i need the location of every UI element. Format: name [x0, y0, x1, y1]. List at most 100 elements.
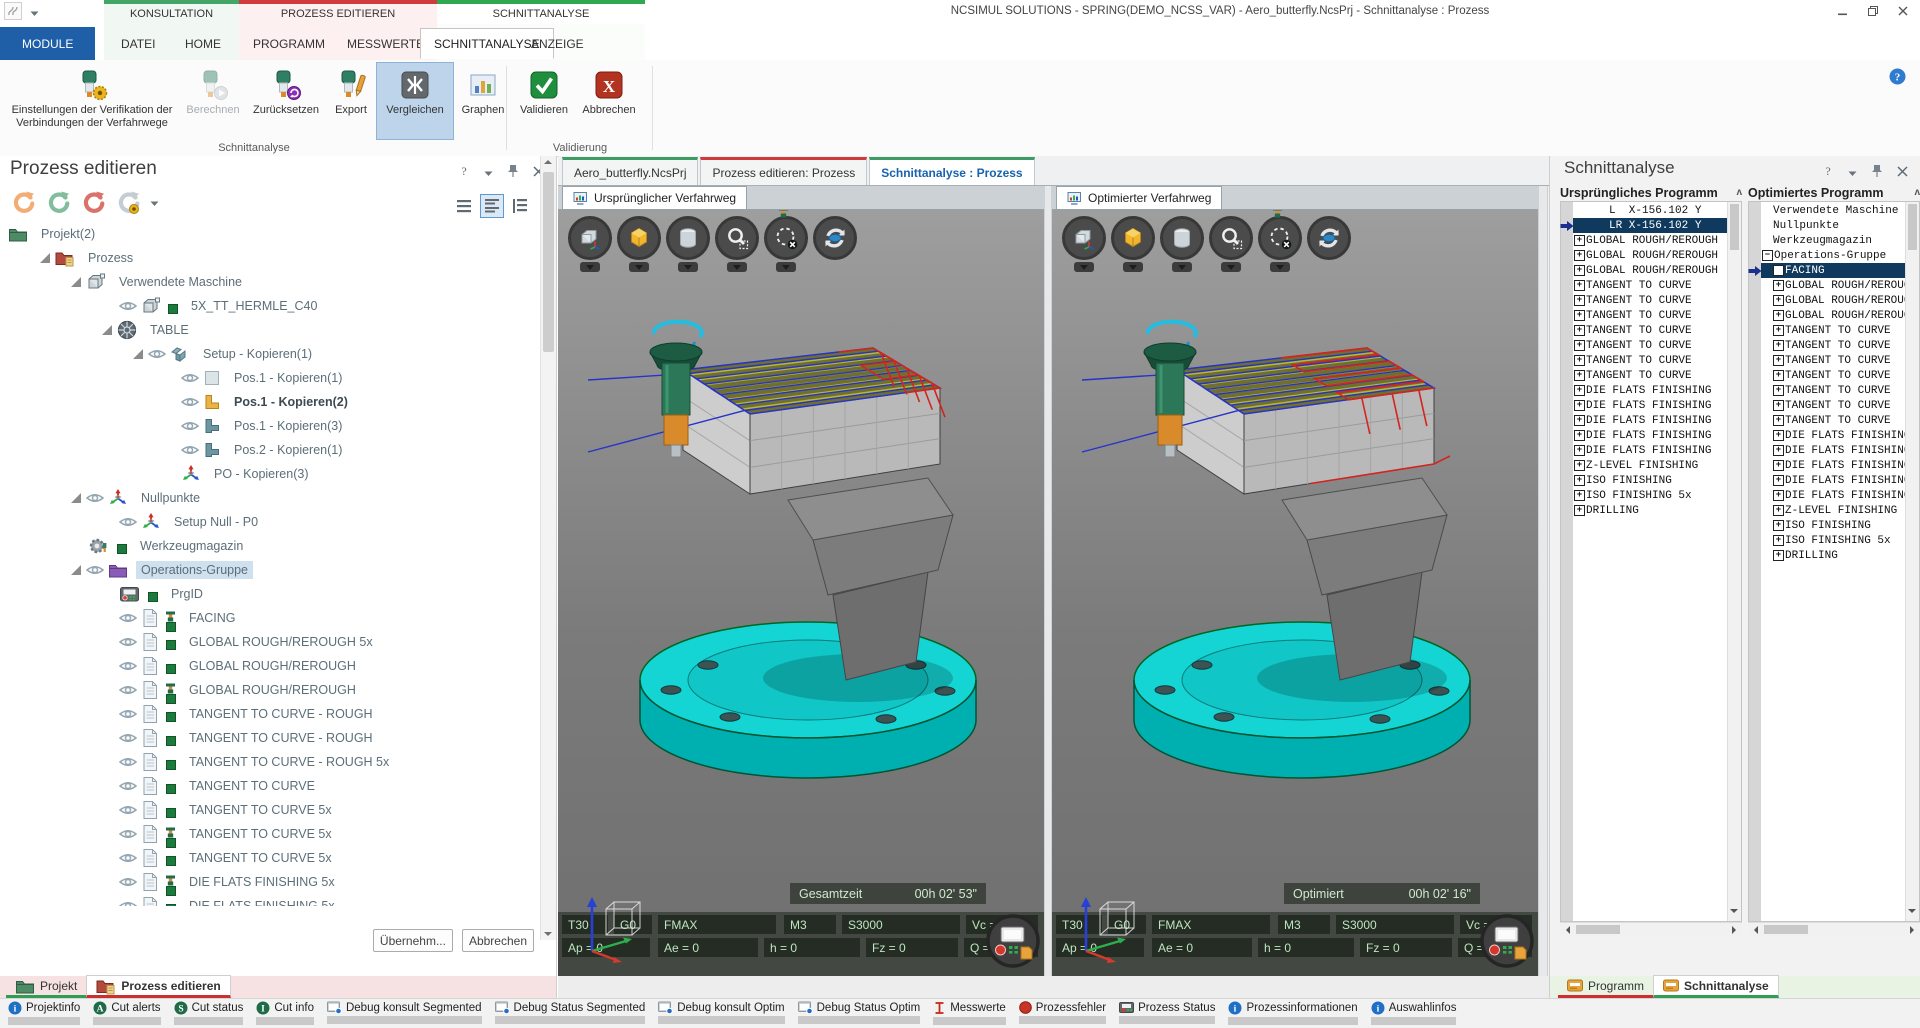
status-item-prozessfehler[interactable]: Prozessfehler [1019, 1001, 1106, 1028]
expand-plus-icon[interactable]: + [1574, 325, 1585, 336]
machine-panel-button[interactable] [1480, 914, 1534, 971]
bottom-tab-schnittanalyse[interactable]: Schnittanalyse [1653, 975, 1779, 998]
nc-program-row[interactable]: +Z-LEVEL FINISHING [1761, 503, 1905, 518]
list-horizontal-scrollbar[interactable] [1560, 922, 1742, 936]
view-option-dropdown[interactable] [776, 262, 796, 272]
view-option-dropdown[interactable] [678, 262, 698, 272]
toolbar-dropdown[interactable] [150, 196, 159, 210]
ribbon-button-einstellungen[interactable]: Einstellungen der Verifikation der Verbi… [4, 62, 180, 140]
document-tab[interactable]: Schnittanalyse : Prozess [869, 157, 1034, 185]
tree-item[interactable]: Nullpunkte [0, 486, 540, 510]
tree-item[interactable]: Projekt(2) [0, 222, 540, 246]
nc-program-row[interactable]: +TANGENT TO CURVE [1761, 323, 1905, 338]
eye-icon[interactable] [119, 852, 137, 864]
nc-program-row[interactable]: +TANGENT TO CURVE [1761, 383, 1905, 398]
eye-icon[interactable] [119, 876, 137, 888]
status-item-debug-status-optim[interactable]: Debug Status Optim [798, 1001, 921, 1028]
ribbon-button-vergleichen[interactable]: Vergleichen [376, 62, 454, 140]
nc-program-row[interactable]: +TANGENT TO CURVE [1761, 338, 1905, 353]
reload-settings-button[interactable] [115, 190, 141, 216]
tree-item[interactable]: GLOBAL ROUGH/REROUGH 5x [0, 630, 540, 654]
expand-plus-icon[interactable]: + [1773, 370, 1784, 381]
nc-program-row[interactable]: +DIE FLATS FINISHING [1573, 383, 1727, 398]
collapse-chevron-icon[interactable]: ᴧ [1736, 187, 1742, 198]
minimize-button[interactable] [1828, 0, 1858, 22]
view-option-dropdown[interactable] [580, 262, 600, 272]
expand-plus-icon[interactable]: + [1773, 535, 1784, 546]
status-item-cut-status[interactable]: SCut status [174, 1001, 244, 1028]
expand-plus-icon[interactable]: + [1773, 400, 1784, 411]
nc-program-row[interactable]: +TANGENT TO CURVE [1573, 338, 1727, 353]
context-tab-schnittanalyse[interactable]: SCHNITTANALYSE [437, 0, 645, 24]
expand-plus-icon[interactable]: + [1773, 340, 1784, 351]
eye-icon[interactable] [119, 516, 137, 528]
view-cylinder-button[interactable] [1160, 216, 1204, 260]
expand-plus-icon[interactable]: + [1773, 490, 1784, 501]
view-option-dropdown[interactable] [727, 262, 747, 272]
nc-program-row[interactable]: +TANGENT TO CURVE [1573, 278, 1727, 293]
expand-plus-icon[interactable]: + [1773, 505, 1784, 516]
expand-plus-icon[interactable]: + [1773, 430, 1784, 441]
ribbon-tab-home[interactable]: HOME [172, 28, 234, 59]
view-cylinder-button[interactable] [666, 216, 710, 260]
expander-icon[interactable] [70, 564, 82, 576]
tree-item[interactable]: TANGENT TO CURVE 5x [0, 822, 540, 846]
view-option-dropdown[interactable] [1123, 262, 1143, 272]
layout-group-button[interactable] [480, 194, 504, 218]
expand-plus-icon[interactable]: + [1574, 460, 1585, 471]
eye-icon[interactable] [119, 708, 137, 720]
tree-item[interactable]: PrgID [0, 582, 540, 606]
collapse-chevron-icon[interactable]: ᴧ [1914, 187, 1920, 198]
tree-item[interactable]: FACING [0, 606, 540, 630]
nc-program-row[interactable]: +TANGENT TO CURVE [1761, 368, 1905, 383]
panel-pin-button[interactable] [1871, 164, 1883, 181]
expand-plus-icon[interactable]: + [1773, 460, 1784, 471]
bottom-tab-programm[interactable]: Programm [1558, 976, 1653, 998]
tree-item[interactable]: DIE FLATS FINISHING 5x [0, 870, 540, 894]
eye-icon[interactable] [119, 660, 137, 672]
tree-item[interactable]: PO - Kopieren(3) [0, 462, 540, 486]
lasso-deselect-button[interactable] [764, 216, 808, 260]
expand-plus-icon[interactable]: + [1574, 235, 1585, 246]
expand-plus-icon[interactable]: + [1574, 430, 1585, 441]
panel-close-button[interactable] [1897, 166, 1908, 180]
nc-program-row[interactable]: +ISO FINISHING 5x [1761, 533, 1905, 548]
status-item-debug-konsult-segmented[interactable]: Debug konsult Segmented [327, 1001, 482, 1028]
ribbon-button-berechnen[interactable]: Berechnen [180, 62, 246, 140]
ribbon-tab-datei[interactable]: DATEI [108, 28, 168, 59]
expander-icon[interactable] [70, 492, 82, 504]
nc-program-row[interactable]: +GLOBAL ROUGH/REROUGH [1761, 278, 1905, 293]
nc-program-row[interactable]: +GLOBAL ROUGH/REROUGH [1761, 293, 1905, 308]
panel-menu-button[interactable] [484, 166, 493, 180]
reload-orange-button[interactable] [10, 190, 36, 216]
tree-item[interactable]: TANGENT TO CURVE 5x [0, 846, 540, 870]
viewport-splitter[interactable] [1044, 186, 1052, 976]
nc-program-row[interactable]: +GLOBAL ROUGH/REROUGH [1761, 308, 1905, 323]
expand-plus-icon[interactable]: + [1773, 265, 1784, 276]
nc-program-row[interactable]: Werkzeugmagazin [1761, 233, 1905, 248]
nc-program-row[interactable]: +TANGENT TO CURVE [1573, 293, 1727, 308]
nc-program-row[interactable]: +DIE FLATS FINISHING [1573, 428, 1727, 443]
tree-item[interactable]: GLOBAL ROUGH/REROUGH [0, 678, 540, 702]
expand-plus-icon[interactable]: + [1574, 385, 1585, 396]
viewport-tab[interactable]: Ursprünglicher Verfahrweg [562, 186, 747, 209]
expand-plus-icon[interactable]: + [1773, 295, 1784, 306]
tree-scrollbar[interactable] [540, 156, 556, 940]
expand-plus-icon[interactable]: + [1574, 370, 1585, 381]
view-option-dropdown[interactable] [629, 262, 649, 272]
nc-program-row[interactable]: +GLOBAL ROUGH/REROUGH [1573, 233, 1727, 248]
nc-program-row[interactable]: L X-156.102 Y [1573, 203, 1727, 218]
nc-program-row[interactable]: +GLOBAL ROUGH/REROUGH [1573, 263, 1727, 278]
nc-program-row[interactable]: +DIE FLATS FINISHING [1573, 398, 1727, 413]
expand-plus-icon[interactable]: + [1574, 310, 1585, 321]
view-cube-button[interactable] [1111, 216, 1155, 260]
panel-menu-button[interactable] [1848, 166, 1857, 180]
expand-plus-icon[interactable]: + [1574, 475, 1585, 486]
view-machine-button[interactable] [1062, 216, 1106, 260]
app-logo-icon[interactable] [4, 2, 22, 23]
nc-program-row[interactable]: +TANGENT TO CURVE [1573, 323, 1727, 338]
eye-icon[interactable] [181, 420, 199, 432]
expand-plus-icon[interactable]: + [1574, 355, 1585, 366]
tree-item[interactable]: Pos.2 - Kopieren(1) [0, 438, 540, 462]
eye-icon[interactable] [119, 828, 137, 840]
